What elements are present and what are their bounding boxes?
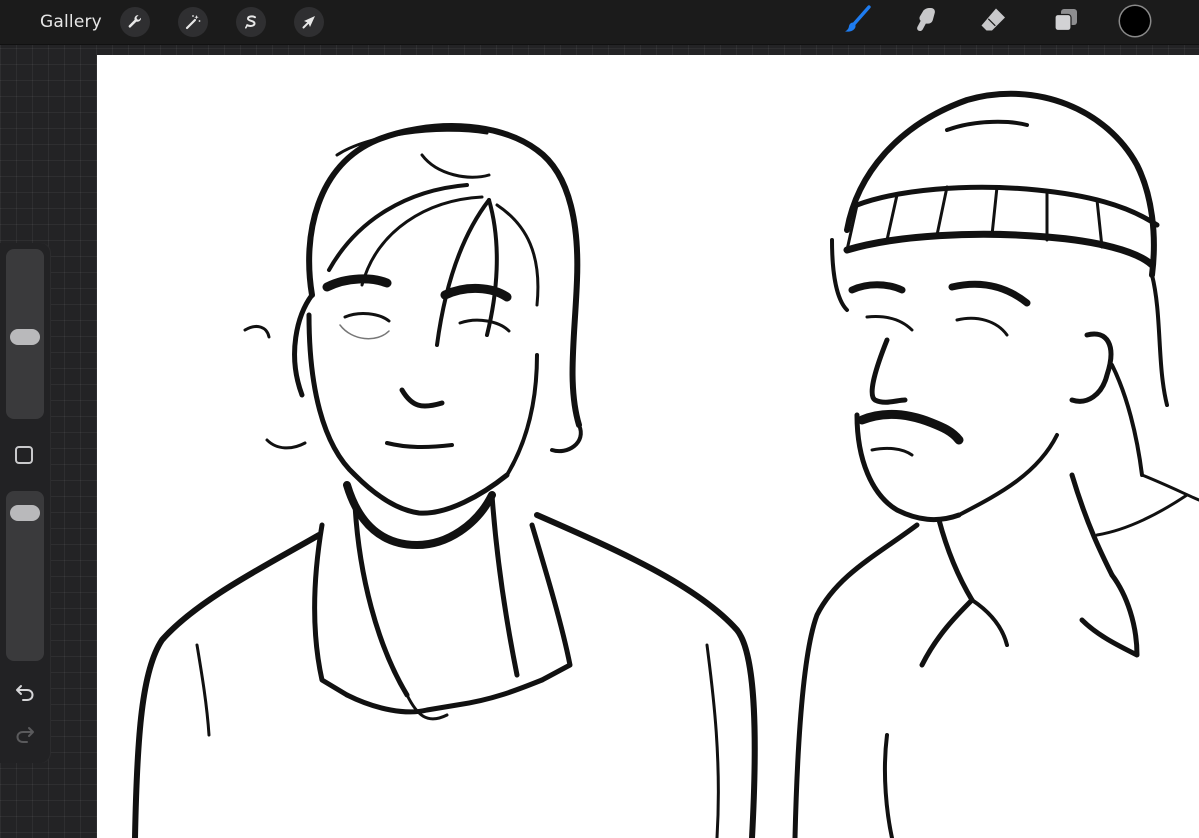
brush-opacity-slider[interactable]: [6, 491, 44, 661]
actions-button[interactable]: [120, 7, 150, 37]
wrench-icon: [126, 13, 144, 31]
color-picker-button[interactable]: [1120, 6, 1150, 36]
modify-button[interactable]: [15, 446, 33, 464]
brush-size-slider[interactable]: [6, 249, 44, 419]
magic-wand-icon: [184, 13, 202, 31]
brush-icon: [840, 4, 872, 40]
drawing-canvas[interactable]: [97, 55, 1199, 838]
layers-button[interactable]: [1048, 4, 1084, 40]
smudge-tool-button[interactable]: [907, 4, 943, 40]
procreate-app: Gallery: [0, 0, 1199, 838]
arrow-cursor-icon: [300, 13, 318, 31]
selection-s-icon: [242, 13, 260, 31]
top-toolbar: Gallery: [0, 0, 1199, 45]
brush-size-knob[interactable]: [10, 328, 40, 345]
selection-button[interactable]: [236, 7, 266, 37]
left-sidebar: [0, 243, 50, 763]
undo-icon: [14, 683, 36, 707]
undo-button[interactable]: [12, 684, 38, 706]
gallery-button[interactable]: Gallery: [40, 11, 102, 33]
redo-button[interactable]: [12, 726, 38, 748]
layers-icon: [1052, 6, 1080, 38]
eraser-icon: [978, 5, 1008, 39]
brush-opacity-knob[interactable]: [10, 505, 40, 522]
transform-button[interactable]: [294, 7, 324, 37]
eraser-tool-button[interactable]: [975, 4, 1011, 40]
brush-tool-button[interactable]: [838, 4, 874, 40]
smudge-finger-icon: [910, 5, 940, 39]
adjustments-button[interactable]: [178, 7, 208, 37]
redo-icon: [14, 725, 36, 749]
sketch-artwork: [132, 90, 1199, 838]
